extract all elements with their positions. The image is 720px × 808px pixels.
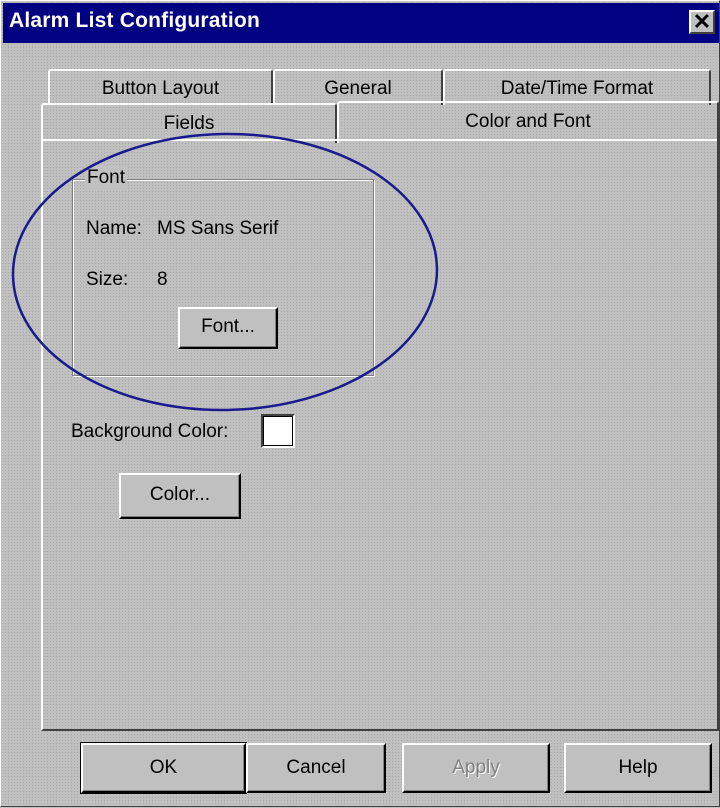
help-button-label: Help [618, 757, 658, 778]
close-button[interactable]: ✕ [689, 10, 715, 34]
font-size-label: Size: [86, 269, 129, 290]
cancel-button-label: Cancel [286, 757, 346, 778]
tab-label: Button Layout [101, 78, 220, 99]
background-color-label: Background Color: [71, 421, 229, 442]
tab-button-layout[interactable]: Button Layout [48, 69, 273, 105]
tab-label: Color and Font [465, 111, 591, 132]
tab-label: General [324, 78, 392, 99]
tab-label: Fields [163, 113, 215, 134]
apply-button[interactable]: Apply [402, 743, 550, 793]
title-bar[interactable]: Alarm List Configuration ✕ [3, 3, 719, 43]
window-title: Alarm List Configuration [9, 9, 260, 32]
apply-button-label: Apply [452, 757, 500, 778]
cancel-button[interactable]: Cancel [246, 743, 386, 793]
font-size-value: 8 [157, 269, 168, 290]
tab-general[interactable]: General [273, 69, 443, 105]
tab-color-and-font[interactable]: Color and Font [337, 101, 719, 143]
color-button[interactable]: Color... [119, 473, 241, 519]
background-color-swatch[interactable] [261, 414, 295, 448]
font-group-legend: Font [85, 167, 128, 189]
font-button[interactable]: Font... [178, 307, 278, 349]
tab-date-time-format[interactable]: Date/Time Format [443, 69, 711, 105]
color-button-label: Color... [149, 484, 211, 505]
font-name-label: Name: [86, 218, 142, 239]
font-name-value: MS Sans Serif [157, 218, 279, 239]
alarm-list-configuration-dialog: Alarm List Configuration ✕ Button Layout… [0, 0, 720, 807]
close-icon: ✕ [692, 9, 712, 34]
ok-button-label: OK [149, 757, 178, 778]
tab-fields[interactable]: Fields [41, 103, 337, 143]
font-button-label: Font... [201, 316, 255, 337]
tab-label: Date/Time Format [500, 78, 654, 99]
ok-button[interactable]: OK [80, 742, 247, 794]
help-button[interactable]: Help [564, 743, 712, 793]
